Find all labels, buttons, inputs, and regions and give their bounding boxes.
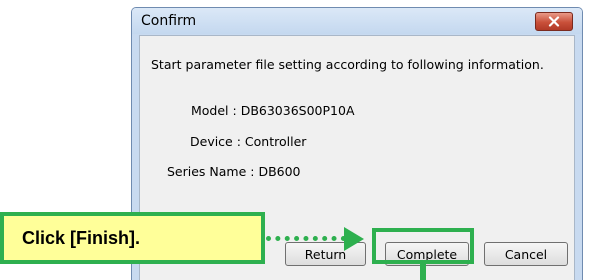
- title-bar[interactable]: Confirm: [132, 8, 582, 34]
- dialog-title: Confirm: [141, 13, 197, 29]
- series-info: Series Name : DB600: [167, 164, 301, 179]
- callout-arrow-head: [344, 227, 364, 251]
- confirm-message: Start parameter file setting according t…: [151, 57, 544, 72]
- complete-button-highlight: [372, 228, 474, 264]
- close-icon: [548, 16, 560, 27]
- device-info: Device : Controller: [190, 134, 307, 149]
- callout-text: Click [Finish].: [22, 227, 141, 248]
- highlight-pointer-line: [420, 264, 426, 280]
- close-button[interactable]: [535, 12, 573, 31]
- instruction-callout: Click [Finish].: [0, 212, 265, 264]
- callout-arrow-line: [266, 236, 346, 241]
- model-info: Model : DB63036S00P10A: [191, 103, 355, 118]
- cancel-button[interactable]: Cancel: [484, 242, 568, 266]
